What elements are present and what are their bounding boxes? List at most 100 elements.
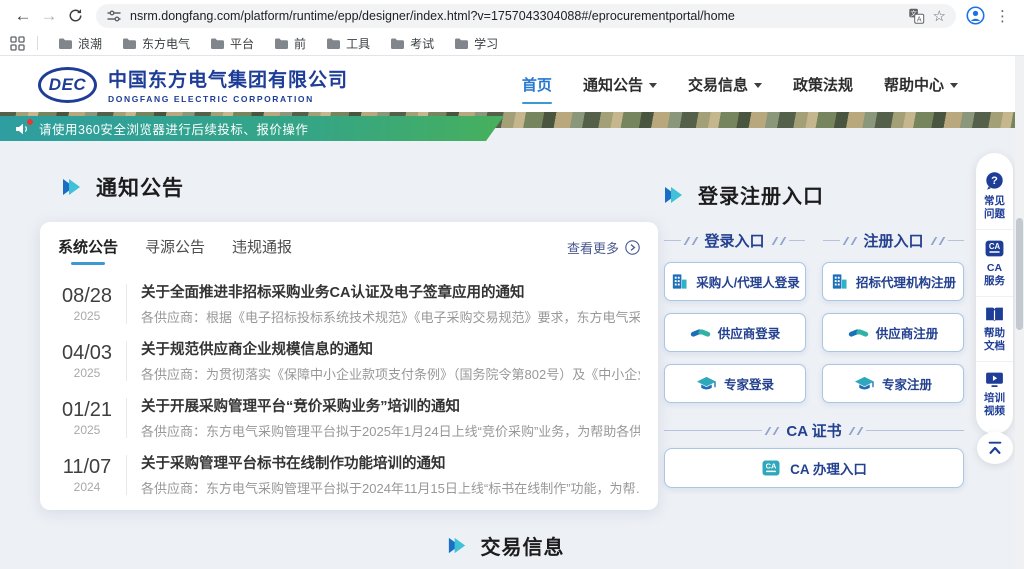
company-name-en: DONGFANG ELECTRIC CORPORATION: [108, 94, 348, 104]
site-settings-icon[interactable]: [106, 8, 122, 24]
bookmark-folder[interactable]: 浪潮: [50, 33, 110, 54]
help-docs-rail-item[interactable]: 帮助 文档: [976, 296, 1013, 361]
notice-title[interactable]: 关于采购管理平台标书在线制作功能培训的通知: [141, 452, 640, 473]
section-arrow-icon: [60, 175, 84, 199]
ca-apply-entry-button[interactable]: CA CA 办理入口: [664, 448, 964, 488]
notice-title[interactable]: 关于规范供应商企业规模信息的通知: [141, 338, 640, 359]
faq-rail-item[interactable]: ? 常见 问题: [976, 163, 1013, 229]
graduation-cap-icon: [854, 375, 875, 393]
graduation-cap-icon: [696, 375, 717, 393]
announcements-card: 系统公告 寻源公告 违规通报 查看更多 08/28 2025 关于全面推进非招标…: [40, 222, 658, 510]
tab-violation-reports[interactable]: 违规通报: [232, 236, 292, 265]
login-subheader: 登录入口: [664, 230, 805, 251]
speaker-icon: [14, 121, 30, 137]
training-video-icon: [984, 370, 1005, 389]
url-text[interactable]: nsrm.dongfang.com/platform/runtime/epp/d…: [130, 9, 900, 23]
section-arrow-icon: [662, 183, 686, 207]
notice-title[interactable]: 关于开展采购管理平台“竞价采购业务”培训的通知: [141, 395, 640, 416]
list-item[interactable]: 08/28 2025 关于全面推进非招标采购业务CA认证及电子签章应用的通知 各…: [40, 275, 658, 332]
bookmark-folder[interactable]: 工具: [318, 33, 378, 54]
nav-item-help-center[interactable]: 帮助中心: [884, 56, 958, 112]
browser-notice-bar: 请使用360安全浏览器进行后续投标、报价操作: [0, 116, 504, 141]
entry-subheaders: 登录入口 注册入口: [664, 230, 964, 251]
translate-icon[interactable]: 文A: [908, 8, 925, 24]
url-bar[interactable]: nsrm.dongfang.com/platform/runtime/epp/d…: [96, 4, 956, 28]
bookmark-star-icon[interactable]: ☆: [933, 7, 946, 25]
address-bar-row: ← → nsrm.dongfang.com/platform/runtime/e…: [0, 0, 1024, 31]
nav-item-home[interactable]: 首页: [522, 56, 552, 112]
view-more-link[interactable]: 查看更多: [567, 238, 640, 263]
bookmark-folder[interactable]: 前: [266, 33, 314, 54]
building-icon: [830, 272, 849, 291]
chevron-down-icon: [754, 83, 762, 88]
tab-system-notices[interactable]: 系统公告: [58, 236, 118, 265]
folder-icon: [122, 37, 137, 50]
reload-icon[interactable]: [62, 3, 88, 29]
bookmarks-bar: 浪潮 东方电气 平台 前 工具 考试 学习: [0, 31, 1024, 55]
company-name-cn: 中国东方电气集团有限公司: [108, 65, 348, 92]
entry-button-grid: 采购人/代理人登录 招标代理机构注册 供应商登录 供应商注册 专家登录 专家注册: [664, 262, 964, 403]
alert-dot: [27, 119, 33, 125]
chrome-actions: ⋮: [966, 6, 1010, 25]
forward-icon[interactable]: →: [36, 3, 62, 29]
reload-glyph: [68, 8, 83, 23]
supplier-login-button[interactable]: 供应商登录: [664, 313, 806, 352]
bookmark-folder[interactable]: 学习: [446, 33, 506, 54]
folder-icon: [454, 37, 469, 50]
nav-item-notices[interactable]: 通知公告: [583, 56, 657, 112]
expert-login-button[interactable]: 专家登录: [664, 364, 806, 403]
nav-item-policies[interactable]: 政策法规: [793, 56, 853, 112]
browser-window: ← → nsrm.dongfang.com/platform/runtime/e…: [0, 0, 1024, 569]
list-item[interactable]: 04/03 2025 关于规范供应商企业规模信息的通知 各供应商：为贯彻落实《保…: [40, 332, 658, 389]
bidding-agency-register-button[interactable]: 招标代理机构注册: [822, 262, 964, 301]
menu-dots-icon[interactable]: ⋮: [995, 7, 1010, 25]
svg-text:CA: CA: [989, 242, 1001, 251]
expert-register-button[interactable]: 专家注册: [822, 364, 964, 403]
back-icon[interactable]: ←: [10, 3, 36, 29]
scrollbar-track[interactable]: [1015, 56, 1024, 569]
supplier-register-button[interactable]: 供应商注册: [822, 313, 964, 352]
tab-sourcing-notices[interactable]: 寻源公告: [145, 236, 205, 265]
back-to-top-button[interactable]: [977, 432, 1013, 464]
scrollbar-thumb[interactable]: [1016, 218, 1023, 330]
ca-badge-icon: CA: [761, 458, 781, 478]
profile-icon[interactable]: [966, 6, 985, 25]
apps-grid-icon[interactable]: [10, 36, 25, 51]
bookmark-folder[interactable]: 东方电气: [114, 33, 198, 54]
section-arrow-icon: [446, 534, 469, 557]
notice-body: 关于采购管理平台标书在线制作功能培训的通知 各供应商：东方电气采购管理平台拟于2…: [141, 452, 640, 497]
bookmark-folder[interactable]: 平台: [202, 33, 262, 54]
purchaser-agent-login-button[interactable]: 采购人/代理人登录: [664, 262, 806, 301]
announcements-section-header: 通知公告: [60, 172, 184, 202]
section-title: 登录注册入口: [698, 180, 824, 209]
list-item[interactable]: 01/21 2025 关于开展采购管理平台“竞价采购业务”培训的通知 各供应商：…: [40, 389, 658, 446]
notice-date: 04/03 2025: [58, 342, 116, 380]
notice-title[interactable]: 关于全面推进非招标采购业务CA认证及电子签章应用的通知: [141, 281, 640, 302]
handshake-icon: [690, 324, 711, 342]
notice-date: 08/28 2025: [58, 285, 116, 323]
training-video-rail-item[interactable]: 培训 视频: [976, 361, 1013, 426]
chevron-down-icon: [649, 83, 657, 88]
notice-date: 01/21 2025: [58, 399, 116, 437]
site-header: DEC 中国东方电气集团有限公司 DONGFANG ELECTRIC CORPO…: [0, 56, 1024, 112]
ca-service-rail-item[interactable]: CA CA 服务: [976, 229, 1013, 296]
notice-desc: 各供应商：东方电气采购管理平台拟于2024年11月15日上线“标书在线制作”功能…: [141, 478, 640, 497]
divider: [37, 36, 38, 50]
nav-item-transactions[interactable]: 交易信息: [688, 56, 762, 112]
back-to-top-icon: [986, 440, 1004, 456]
section-title: 交易信息: [481, 531, 565, 560]
building-icon: [670, 272, 689, 291]
transactions-section-header: 交易信息: [0, 531, 1010, 560]
divider: [126, 284, 127, 324]
bookmark-folder[interactable]: 考试: [382, 33, 442, 54]
question-icon: ?: [984, 171, 1005, 192]
notice-body: 关于规范供应商企业规模信息的通知 各供应商：为贯彻落实《保障中小企业款项支付条例…: [141, 338, 640, 383]
notice-body: 关于开展采购管理平台“竞价采购业务”培训的通知 各供应商：东方电气采购管理平台拟…: [141, 395, 640, 440]
notice-desc: 各供应商：东方电气采购管理平台拟于2025年1月24日上线“竞价采购”业务，为帮…: [141, 421, 640, 440]
folder-icon: [210, 37, 225, 50]
list-item[interactable]: 11/07 2024 关于采购管理平台标书在线制作功能培训的通知 各供应商：东方…: [40, 446, 658, 503]
company-logo[interactable]: DEC 中国东方电气集团有限公司 DONGFANG ELECTRIC CORPO…: [38, 65, 348, 104]
folder-icon: [58, 37, 73, 50]
ca-cert-subheader: CA 证书: [664, 420, 964, 441]
divider: [126, 455, 127, 495]
